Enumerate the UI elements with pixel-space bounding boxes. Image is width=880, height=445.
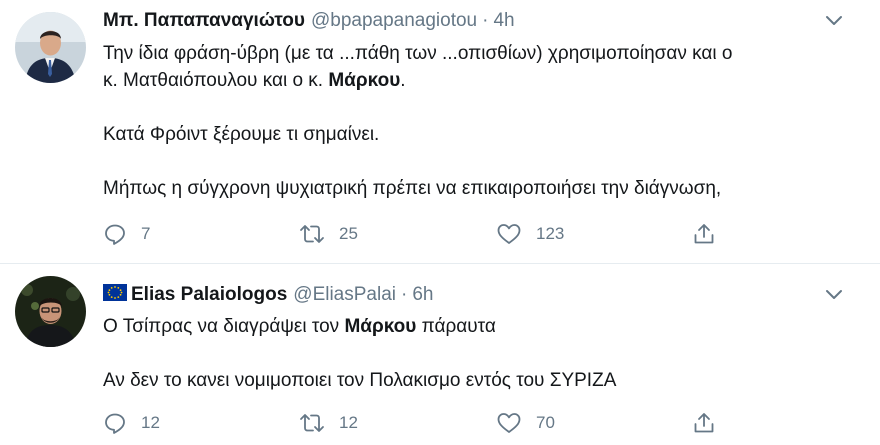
- author-name[interactable]: Μπ. Παπαπαναγιώτου: [103, 10, 305, 32]
- reply-count: 7: [141, 224, 151, 243]
- tweet-header: Μπ. Παπαπαναγιώτου @bpapapanagiotou · 4h: [103, 6, 515, 36]
- like-count: 123: [536, 224, 565, 243]
- reply-icon: [103, 411, 127, 435]
- tweet-text: Ο Τσίπρας να διαγράψει τον Μάρκου πάραυτ…: [103, 313, 850, 394]
- tweet-line: κ. Ματθαιόπουλου και ο κ. Μάρκου.: [103, 67, 850, 94]
- timestamp[interactable]: 4h: [493, 10, 514, 32]
- tweet-line: Κατά Φρόιντ ξέρουμε τι σημαίνει.: [103, 124, 380, 145]
- heart-icon: [496, 411, 522, 435]
- retweet-count: 25: [339, 224, 358, 243]
- reply-button[interactable]: 12: [103, 409, 160, 437]
- tweet-feed: Μπ. Παπαπαναγιώτου @bpapapanagiotou · 4h…: [0, 0, 880, 445]
- tweet[interactable]: Μπ. Παπαπαναγιώτου @bpapapanagiotou · 4h…: [0, 0, 880, 264]
- tweet-line: Αν δεν το κανει νομιμοποιει τον Πολακισμ…: [103, 370, 617, 391]
- tweet-actions: 7 25 123: [103, 220, 723, 248]
- tweet-line: Ο Τσίπρας να διαγράψει τον Μάρκου πάραυτ…: [103, 313, 850, 340]
- retweet-button[interactable]: 25: [299, 220, 358, 248]
- tweet[interactable]: Elias Palaiologos @EliasPalai · 6h Ο Τσί…: [0, 264, 880, 445]
- author-handle[interactable]: @bpapapanagiotou: [311, 10, 477, 32]
- reply-icon: [103, 222, 127, 246]
- retweet-icon: [299, 222, 325, 246]
- eu-flag-icon: [103, 283, 127, 307]
- like-button[interactable]: 70: [496, 409, 555, 437]
- text-segment: κ. Ματθαιόπουλου και ο κ.: [103, 70, 329, 91]
- retweet-icon: [299, 411, 325, 435]
- avatar[interactable]: [15, 276, 86, 347]
- tweet-line: Την ίδια φράση-ύβρη (με τα ...πάθη των .…: [103, 43, 733, 64]
- text-segment: .: [400, 70, 406, 91]
- timestamp[interactable]: 6h: [412, 284, 433, 306]
- tweet-line: Μήπως η σύγχρονη ψυχιατρική πρέπει να επ…: [103, 178, 722, 199]
- separator-dot: ·: [482, 10, 489, 31]
- retweet-count: 12: [339, 413, 358, 432]
- share-icon: [692, 411, 716, 435]
- reply-button[interactable]: 7: [103, 220, 150, 248]
- chevron-down-icon[interactable]: [824, 288, 844, 302]
- tweet-actions: 12 12 70: [103, 409, 723, 437]
- chevron-down-icon[interactable]: [824, 14, 844, 28]
- like-count: 70: [536, 413, 555, 432]
- share-button[interactable]: [692, 409, 716, 437]
- text-segment: πάραυτα: [416, 316, 496, 337]
- like-button[interactable]: 123: [496, 220, 564, 248]
- heart-icon: [496, 222, 522, 246]
- avatar[interactable]: [15, 12, 86, 83]
- retweet-button[interactable]: 12: [299, 409, 358, 437]
- author-handle[interactable]: @EliasPalai: [293, 284, 396, 306]
- separator-dot: ·: [401, 284, 408, 305]
- text-segment: Ο Τσίπρας να διαγράψει τον: [103, 316, 345, 337]
- bold-mention: Μάρκου: [344, 316, 417, 337]
- author-name[interactable]: Elias Palaiologos: [131, 284, 287, 306]
- bold-mention: Μάρκου: [328, 70, 401, 91]
- share-icon: [692, 222, 716, 246]
- tweet-text: Την ίδια φράση-ύβρη (με τα ...πάθη των .…: [103, 40, 850, 202]
- reply-count: 12: [141, 413, 160, 432]
- share-button[interactable]: [692, 220, 716, 248]
- tweet-header: Elias Palaiologos @EliasPalai · 6h: [103, 280, 433, 310]
